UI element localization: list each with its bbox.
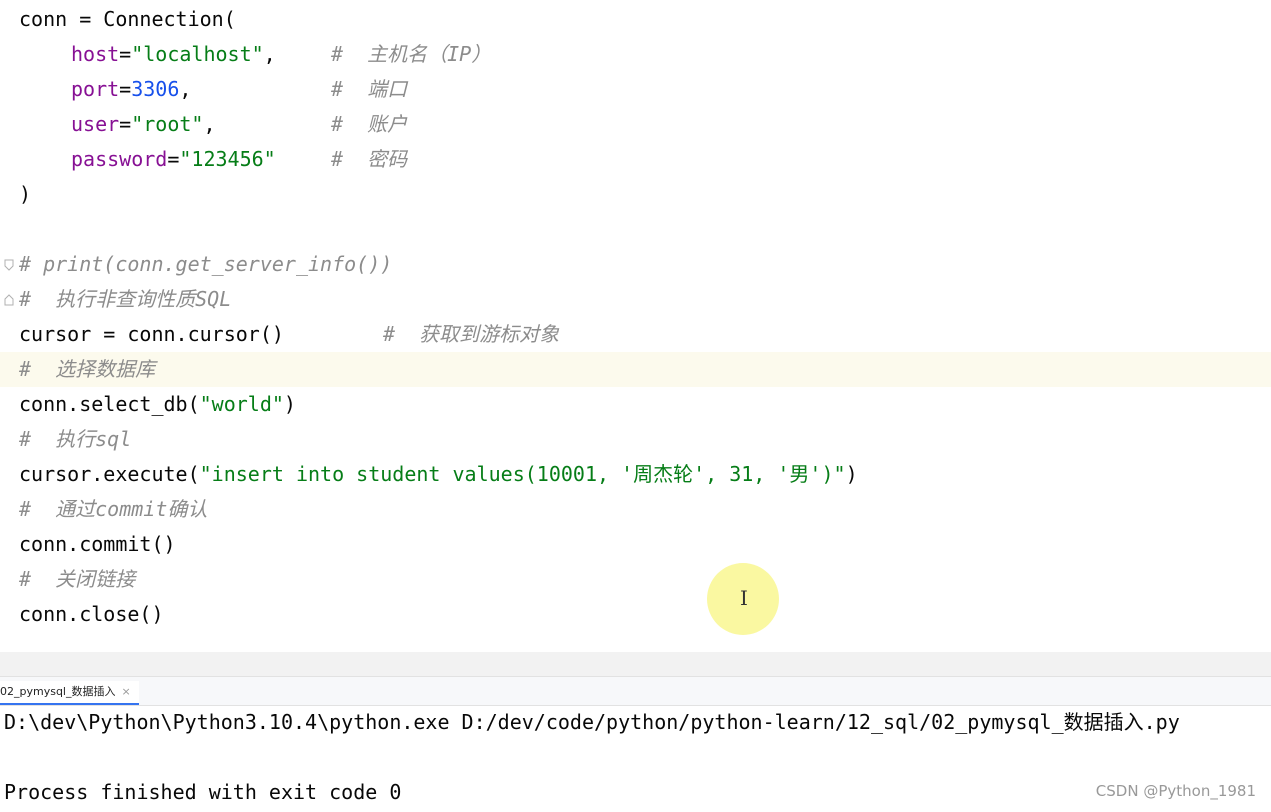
code-line[interactable]: user="root", # 账户 bbox=[0, 107, 1271, 142]
code-text: cursor = conn.cursor() bbox=[19, 322, 284, 346]
code-line[interactable]: # 通过commit确认 bbox=[0, 492, 1271, 527]
code-text: port=3306, bbox=[71, 77, 192, 101]
run-tool-window-header: 02_pymysql_数据插入 × bbox=[0, 676, 1271, 706]
console-exit-message: Process finished with exit code 0 bbox=[4, 780, 402, 804]
code-text: conn = Connection( bbox=[19, 7, 236, 31]
code-comment: # 执行sql bbox=[19, 427, 132, 451]
code-text: host="localhost", bbox=[71, 42, 276, 66]
code-line[interactable]: port=3306, # 端口 bbox=[0, 72, 1271, 107]
code-comment: # print(conn.get_server_info()) bbox=[19, 252, 393, 276]
close-icon[interactable]: × bbox=[121, 685, 130, 698]
watermark: CSDN @Python_1981 bbox=[1095, 782, 1256, 800]
code-comment: # 端口 bbox=[331, 77, 408, 101]
run-tab[interactable]: 02_pymysql_数据插入 × bbox=[0, 681, 139, 705]
code-comment: # 账户 bbox=[331, 112, 408, 136]
code-line[interactable]: conn.commit() bbox=[0, 527, 1271, 562]
text-cursor-icon: I bbox=[740, 586, 748, 610]
code-comment: # 执行非查询性质SQL bbox=[19, 287, 232, 311]
code-line[interactable]: conn.select_db("world") bbox=[0, 387, 1271, 422]
code-comment: # 通过commit确认 bbox=[19, 497, 208, 521]
code-line[interactable]: # 执行非查询性质SQL bbox=[0, 282, 1271, 317]
code-line[interactable]: cursor.execute("insert into student valu… bbox=[0, 457, 1271, 492]
code-line[interactable]: # print(conn.get_server_info()) bbox=[0, 247, 1271, 282]
code-editor[interactable]: conn = Connection( host="localhost", # 主… bbox=[0, 0, 1271, 652]
run-console[interactable]: D:\dev\Python\Python3.10.4\python.exe D:… bbox=[0, 706, 1271, 812]
code-text: conn.select_db("world") bbox=[19, 392, 296, 416]
console-command: D:\dev\Python\Python3.10.4\python.exe D:… bbox=[4, 710, 1180, 734]
code-line[interactable]: conn.close() bbox=[0, 597, 1271, 632]
code-line[interactable]: password="123456" # 密码 bbox=[0, 142, 1271, 177]
code-line[interactable]: conn = Connection( bbox=[0, 2, 1271, 37]
current-line[interactable]: # 选择数据库 bbox=[0, 352, 1271, 387]
code-text: conn.commit() bbox=[19, 532, 176, 556]
fold-arrow-icon[interactable] bbox=[3, 293, 15, 306]
code-comment: # 获取到游标对象 bbox=[383, 322, 560, 346]
code-line[interactable]: host="localhost", # 主机名（IP） bbox=[0, 37, 1271, 72]
code-text: conn.close() bbox=[19, 602, 164, 626]
code-line[interactable]: # 关闭链接 bbox=[0, 562, 1271, 597]
code-text: password="123456" bbox=[71, 147, 276, 171]
code-line[interactable]: ) bbox=[0, 177, 1271, 212]
code-line[interactable]: cursor = conn.cursor() # 获取到游标对象 bbox=[0, 317, 1271, 352]
panel-divider[interactable] bbox=[0, 652, 1271, 676]
code-text: user="root", bbox=[71, 112, 216, 136]
code-comment: # 选择数据库 bbox=[19, 357, 156, 381]
fold-arrow-icon[interactable] bbox=[3, 258, 15, 271]
code-text: ) bbox=[19, 182, 32, 206]
code-comment: # 关闭链接 bbox=[19, 567, 136, 591]
code-text: cursor.execute("insert into student valu… bbox=[19, 462, 858, 486]
code-line[interactable]: # 执行sql bbox=[0, 422, 1271, 457]
run-tab-label: 02_pymysql_数据插入 bbox=[0, 685, 116, 698]
code-comment: # 主机名（IP） bbox=[331, 42, 492, 66]
code-comment: # 密码 bbox=[331, 147, 408, 171]
